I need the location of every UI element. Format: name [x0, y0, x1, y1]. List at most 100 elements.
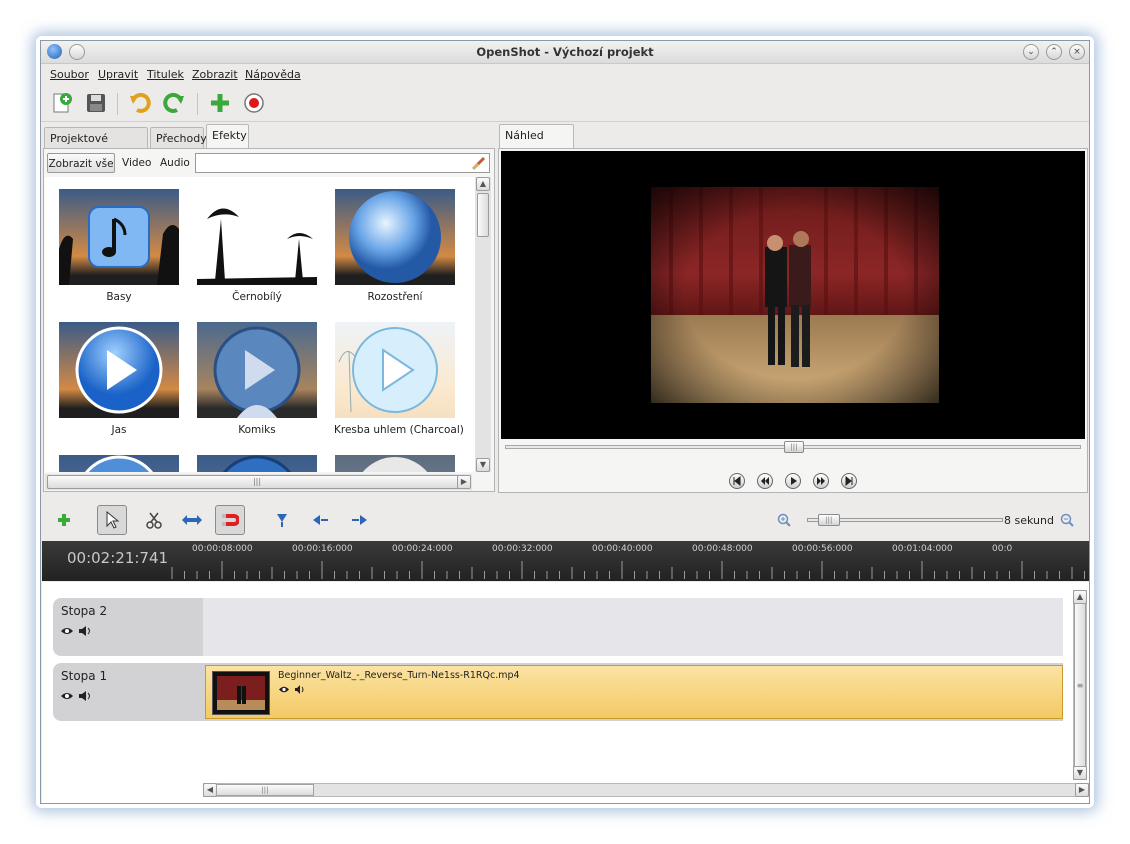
tracks-area: Stopa 2 Stopa 1 Beginner_Waltz_-_Reverse…: [42, 582, 1089, 803]
speaker-icon[interactable]: [78, 626, 92, 639]
track-name: Stopa 1: [61, 669, 108, 683]
ruler-time-label: 00:00:32:000: [492, 544, 553, 554]
scroll-thumb[interactable]: ≡: [1074, 603, 1086, 767]
clear-search-icon[interactable]: [471, 156, 486, 171]
timeline-ruler[interactable]: 00:02:21:741 00:00:08:000 00:00:16:000 00:…: [42, 541, 1089, 581]
speaker-icon[interactable]: [78, 691, 92, 704]
undo-icon[interactable]: [127, 90, 153, 116]
effect-cernobily[interactable]: Černobílý: [196, 189, 318, 309]
menu-soubor[interactable]: Soubor: [50, 68, 89, 81]
effect-label: Kresba uhlem (Charcoal): [334, 424, 464, 436]
track-stopa-2[interactable]: Stopa 2: [53, 598, 1063, 656]
video-preview: [501, 151, 1085, 439]
previous-marker-icon[interactable]: [305, 505, 335, 535]
play-icon[interactable]: [785, 473, 801, 489]
scroll-up-icon[interactable]: ▲: [476, 177, 490, 191]
select-tool-icon[interactable]: [97, 505, 127, 535]
razor-tool-icon[interactable]: [139, 505, 169, 535]
video-clip[interactable]: Beginner_Waltz_-_Reverse_Turn-Ne1ss-R1RQ…: [205, 665, 1063, 719]
zoom-thumb[interactable]: |||: [817, 514, 840, 526]
zoom-in-icon[interactable]: [777, 513, 791, 527]
eye-icon[interactable]: [60, 691, 74, 704]
record-icon[interactable]: [241, 90, 267, 116]
effects-vscrollbar[interactable]: ▲ ▼: [475, 177, 491, 472]
effect-rozostreni[interactable]: Rozostření: [334, 189, 456, 309]
eye-icon[interactable]: [60, 626, 74, 639]
clip-filename: Beginner_Waltz_-_Reverse_Turn-Ne1ss-R1RQ…: [278, 670, 520, 681]
add-file-icon[interactable]: [207, 90, 233, 116]
resize-tool-icon[interactable]: [177, 505, 207, 535]
tab-project-files[interactable]: Projektové soubory: [44, 127, 148, 167]
effect-thumbnail: [197, 322, 317, 418]
tab-transitions[interactable]: Přechody: [150, 127, 207, 149]
effect-label: Basy: [106, 291, 132, 303]
zoom-slider[interactable]: |||: [807, 514, 1003, 526]
clip-controls: [278, 684, 306, 697]
ruler-time-label: 00:00:48:000: [692, 544, 753, 554]
maximize-icon[interactable]: ⌃: [1046, 44, 1062, 60]
video-seek-bar[interactable]: |||: [505, 441, 1081, 453]
menu-zobrazit[interactable]: Zobrazit: [192, 68, 238, 81]
hscroll-thumb[interactable]: |||: [47, 475, 467, 489]
menu-titulek[interactable]: Titulek: [147, 68, 184, 81]
timeline-hscrollbar[interactable]: ◀ ||| ▶: [203, 783, 1089, 797]
effect-label: Rozostření: [367, 291, 423, 303]
menu-bar: Soubor Upravit Titulek Zobrazit Nápověda: [41, 64, 1089, 84]
snapping-icon[interactable]: [215, 505, 245, 535]
new-project-icon[interactable]: [49, 90, 75, 116]
effect-thumbnail: [335, 189, 455, 285]
close-icon[interactable]: ×: [1069, 44, 1085, 60]
jump-start-icon[interactable]: [729, 473, 745, 489]
ruler-time-label: 00:0: [992, 544, 1013, 554]
seek-thumb[interactable]: |||: [784, 441, 804, 453]
effects-search-input[interactable]: [195, 153, 490, 173]
scroll-up-icon[interactable]: ▲: [1073, 590, 1087, 604]
next-marker-icon[interactable]: [345, 505, 375, 535]
add-marker-icon[interactable]: [267, 505, 297, 535]
effect-partial-2[interactable]: [196, 455, 318, 472]
openshot-window: OpenShot - Výchozí projekt ⌄ ⌃ × Soubor …: [40, 40, 1090, 804]
track-stopa-1[interactable]: Stopa 1 Beginner_Waltz_-_Reverse_Turn-Ne…: [53, 663, 1063, 721]
tab-effects[interactable]: Efekty: [206, 124, 249, 149]
filter-audio-button[interactable]: Audio: [160, 157, 190, 169]
show-all-button[interactable]: Zobrazit vše: [47, 153, 115, 173]
track-controls: [60, 691, 92, 704]
effect-partial-1[interactable]: [58, 455, 180, 472]
effect-jas[interactable]: Jas: [58, 322, 180, 442]
effect-label: Jas: [111, 424, 127, 436]
scroll-down-icon[interactable]: ▼: [476, 458, 490, 472]
rewind-icon[interactable]: [757, 473, 773, 489]
effects-hscrollbar[interactable]: |||: [45, 474, 472, 490]
scroll-left-icon[interactable]: ◀: [203, 783, 217, 797]
effect-komiks[interactable]: Komiks: [196, 322, 318, 442]
zoom-out-icon[interactable]: [1060, 513, 1074, 527]
effect-label: Černobílý: [232, 291, 282, 303]
effect-thumbnail: [197, 189, 317, 285]
eye-icon[interactable]: [278, 684, 290, 697]
save-icon[interactable]: [83, 90, 109, 116]
scroll-right-icon[interactable]: ▶: [1075, 783, 1089, 797]
scroll-right-icon[interactable]: ▶: [457, 475, 471, 489]
speaker-icon[interactable]: [294, 684, 306, 697]
video-frame: [651, 187, 939, 403]
main-toolbar: [41, 85, 1089, 122]
scroll-down-icon[interactable]: ▼: [1073, 766, 1087, 780]
fast-forward-icon[interactable]: [813, 473, 829, 489]
ruler-time-label: 00:00:08:000: [192, 544, 253, 554]
add-track-icon[interactable]: [49, 505, 79, 535]
menu-upravit[interactable]: Upravit: [98, 68, 138, 81]
hscroll-thumb[interactable]: |||: [216, 784, 314, 796]
redo-icon[interactable]: [161, 90, 187, 116]
minimize-icon[interactable]: ⌄: [1023, 44, 1039, 60]
track-lane[interactable]: [203, 598, 1063, 656]
tracks-vscrollbar[interactable]: ▲ ≡ ▼: [1073, 590, 1087, 780]
effect-kresba-uhlem[interactable]: Kresba uhlem (Charcoal): [334, 322, 464, 442]
jump-end-icon[interactable]: [841, 473, 857, 489]
effects-grid: Basy Černobílý Rozostření Jas Komiks Kre…: [45, 177, 475, 472]
effect-basy[interactable]: Basy: [58, 189, 180, 309]
tab-video-preview[interactable]: Náhled videa: [499, 124, 574, 164]
effect-partial-3[interactable]: [334, 455, 456, 472]
filter-video-button[interactable]: Video: [122, 157, 151, 169]
scroll-thumb[interactable]: [477, 193, 489, 237]
menu-napoveda[interactable]: Nápověda: [245, 68, 301, 81]
